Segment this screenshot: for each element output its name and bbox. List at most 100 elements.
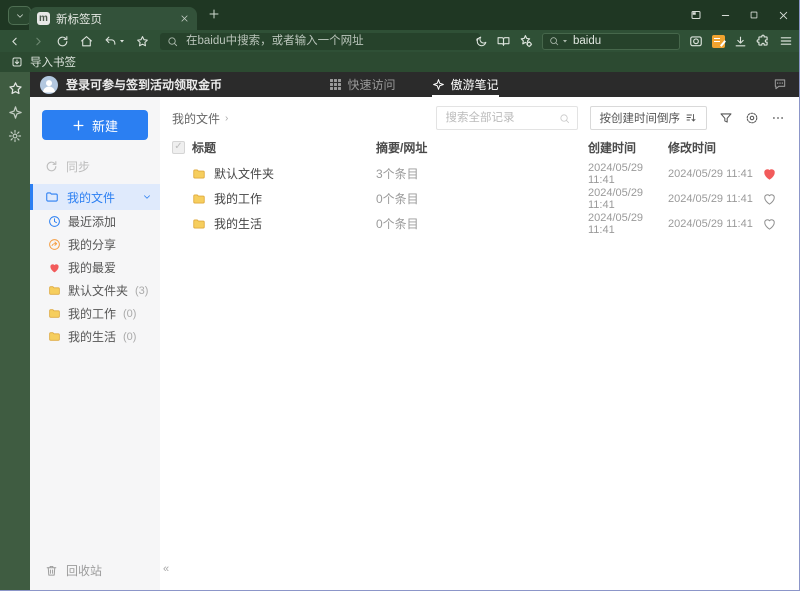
new-tab-button[interactable] [208, 8, 220, 20]
notes-rail-icon[interactable] [8, 105, 23, 120]
row-title[interactable]: 我的生活 [214, 215, 262, 232]
sync-icon [46, 160, 57, 171]
home-button[interactable] [80, 35, 93, 48]
tab-list-dropdown-button[interactable] [8, 6, 31, 25]
note-snap-button[interactable] [712, 34, 725, 48]
boss-key-button[interactable] [686, 5, 706, 25]
close-button[interactable] [773, 5, 793, 25]
import-icon [12, 57, 22, 67]
favorite-page-button[interactable] [136, 35, 149, 48]
undo-icon [105, 36, 116, 45]
recycle-bin-button[interactable]: 回收站 [45, 562, 102, 579]
hamburger-icon [780, 37, 792, 45]
sidebar-item-favorites[interactable]: 我的最爱 [30, 256, 160, 279]
notes-logo-icon [432, 79, 444, 90]
left-rail [0, 72, 30, 590]
trash-icon [46, 565, 57, 576]
heart-icon [50, 264, 59, 273]
row-created: 2024/05/29 11:41 [588, 161, 644, 186]
navigation-bar [0, 30, 799, 52]
breadcrumb-label: 我的文件 [172, 111, 221, 126]
minimize-button[interactable] [715, 5, 735, 25]
caret-down-icon [120, 40, 124, 43]
records-search-input[interactable] [443, 111, 554, 125]
undo-close-tab-button[interactable] [104, 35, 125, 48]
close-icon [779, 11, 787, 19]
import-bookmarks-bar[interactable]: 导入书签 [0, 52, 799, 72]
reading-mode-button[interactable] [497, 35, 510, 48]
tab-quick-access[interactable]: 快速访问 [330, 72, 396, 97]
night-mode-button[interactable] [475, 35, 488, 48]
sidebar-item-default-folder[interactable]: 默认文件夹 (3) [30, 279, 160, 302]
sidebar-item-life-folder[interactable]: 我的生活 (0) [30, 325, 160, 348]
breadcrumb[interactable]: 我的文件 › [172, 110, 228, 127]
collapse-sidebar-button[interactable]: « [158, 561, 174, 577]
clock-icon [49, 216, 60, 227]
row-title[interactable]: 默认文件夹 [214, 165, 274, 182]
extensions-button[interactable] [756, 34, 770, 48]
row-modified: 2024/05/29 11:41 [668, 192, 753, 205]
favorite-heart-icon[interactable] [754, 216, 785, 231]
favorites-rail-icon[interactable] [8, 81, 23, 96]
search-icon [550, 37, 559, 46]
row-modified: 2024/05/29 11:41 [668, 217, 753, 230]
folder-icon [49, 309, 60, 318]
address-bar[interactable] [160, 32, 480, 50]
plus-icon [209, 9, 219, 19]
back-button[interactable] [8, 35, 21, 48]
sidebar-item-label: 我的最爱 [68, 261, 117, 275]
forward-button[interactable] [32, 35, 45, 48]
settings-rail-icon[interactable] [8, 129, 22, 143]
sidebar-item-recent[interactable]: 最近添加 [30, 210, 160, 233]
col-created[interactable]: 创建时间 [588, 139, 668, 156]
row-title[interactable]: 我的工作 [214, 190, 262, 207]
window-controls [686, 0, 793, 30]
browser-window: m 新标签页 在baidu中搜索，或者输入一个网址 baidu 导入书签 登录可… [0, 0, 800, 591]
sidebar-item-label: 默认文件夹 [68, 284, 129, 298]
chevron-down-icon [16, 13, 23, 18]
chat-bubble-icon [774, 79, 786, 90]
filter-button[interactable] [719, 111, 733, 125]
records-search-box[interactable] [435, 106, 578, 130]
table-row[interactable]: 我的工作 0个条目 2024/05/29 11:41 2024/05/29 11… [160, 186, 799, 211]
sync-button[interactable]: 同步 [30, 155, 160, 177]
star-gear-icon [520, 35, 533, 48]
sidebar-item-work-folder[interactable]: 我的工作 (0) [30, 302, 160, 325]
bookmark-manager-button[interactable] [519, 34, 533, 48]
new-note-button[interactable]: 新建 [42, 110, 148, 140]
reload-button[interactable] [56, 35, 69, 48]
select-all-checkbox[interactable]: ✓ [172, 140, 185, 154]
address-input[interactable] [184, 34, 473, 48]
import-bookmarks-label: 导入书签 [30, 57, 76, 69]
quick-search-input[interactable] [571, 34, 673, 48]
sidebar-item-shares[interactable]: 我的分享 [30, 233, 160, 256]
col-modified[interactable]: 修改时间 [668, 139, 754, 156]
view-settings-button[interactable] [745, 111, 759, 125]
book-icon [497, 36, 510, 46]
table-row[interactable]: 默认文件夹 3个条目 2024/05/29 11:41 2024/05/29 1… [160, 161, 799, 186]
minimize-icon [721, 14, 729, 16]
search-icon [559, 113, 569, 123]
more-button[interactable] [771, 111, 785, 125]
feedback-button[interactable] [773, 77, 787, 91]
screenshot-button[interactable] [689, 34, 703, 48]
tab-maxthon-notes[interactable]: 傲游笔记 [432, 72, 499, 97]
maxthon-logo-icon: m [37, 12, 50, 25]
quick-search-box[interactable] [542, 32, 680, 50]
sidebar-item-my-files[interactable]: 我的文件 [30, 184, 160, 210]
favorite-heart-icon[interactable] [754, 191, 785, 206]
grid-icon [330, 79, 342, 90]
table-row[interactable]: 我的生活 0个条目 2024/05/29 11:41 2024/05/29 11… [160, 211, 799, 236]
sort-button[interactable]: 按创建时间倒序 [589, 106, 707, 130]
downloads-button[interactable] [734, 35, 747, 48]
gear-icon [746, 112, 758, 124]
tab-close-icon[interactable] [180, 14, 189, 23]
ellipsis-icon [773, 117, 783, 119]
download-icon [735, 36, 746, 46]
main-menu-button[interactable] [779, 34, 793, 48]
maximize-button[interactable] [744, 5, 764, 25]
sidebar-item-label: 我的生活 [68, 330, 117, 344]
folder-icon [49, 332, 60, 341]
browser-tab[interactable]: m 新标签页 [29, 7, 197, 30]
favorite-heart-icon[interactable] [754, 166, 785, 181]
